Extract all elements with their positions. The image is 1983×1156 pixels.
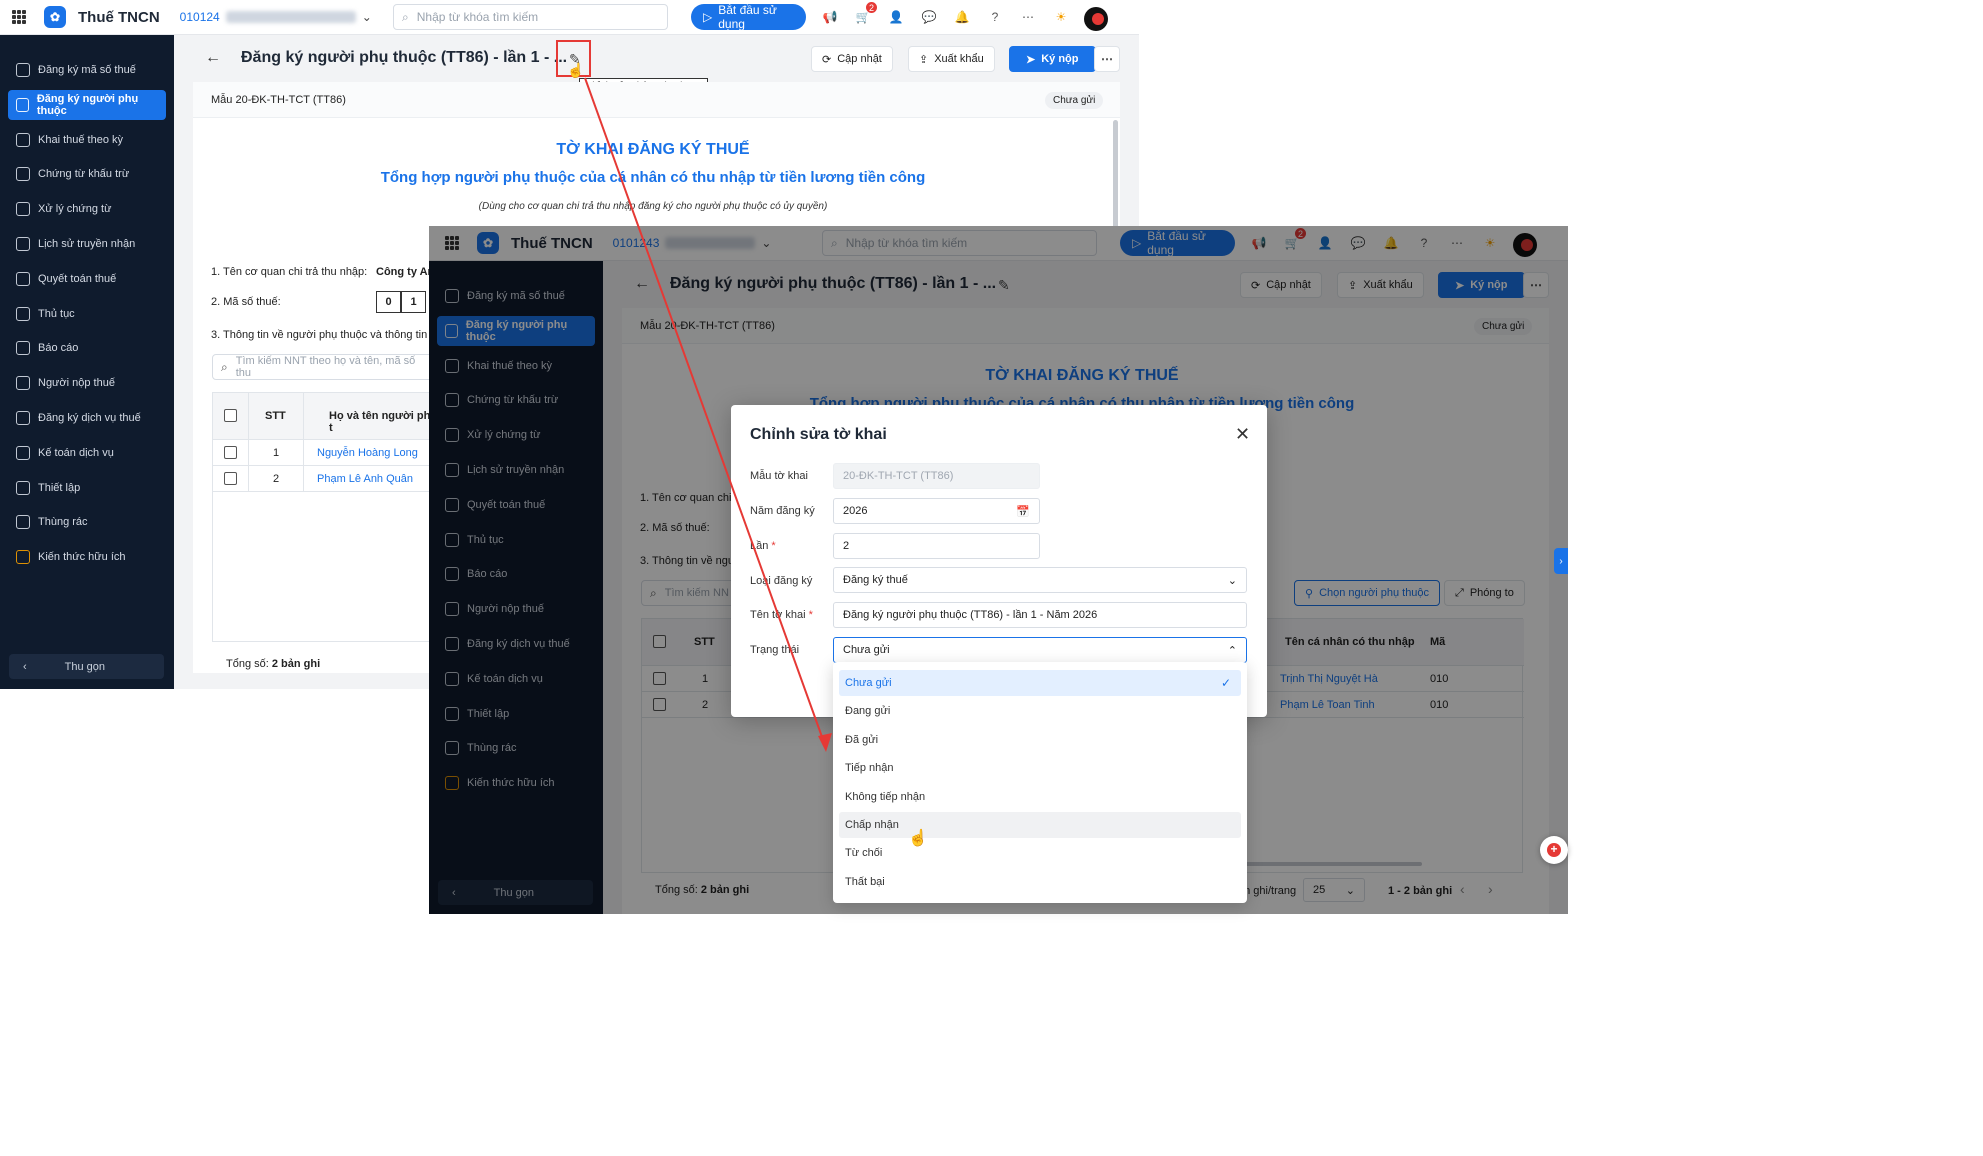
annotation-arrow (584, 77, 832, 752)
